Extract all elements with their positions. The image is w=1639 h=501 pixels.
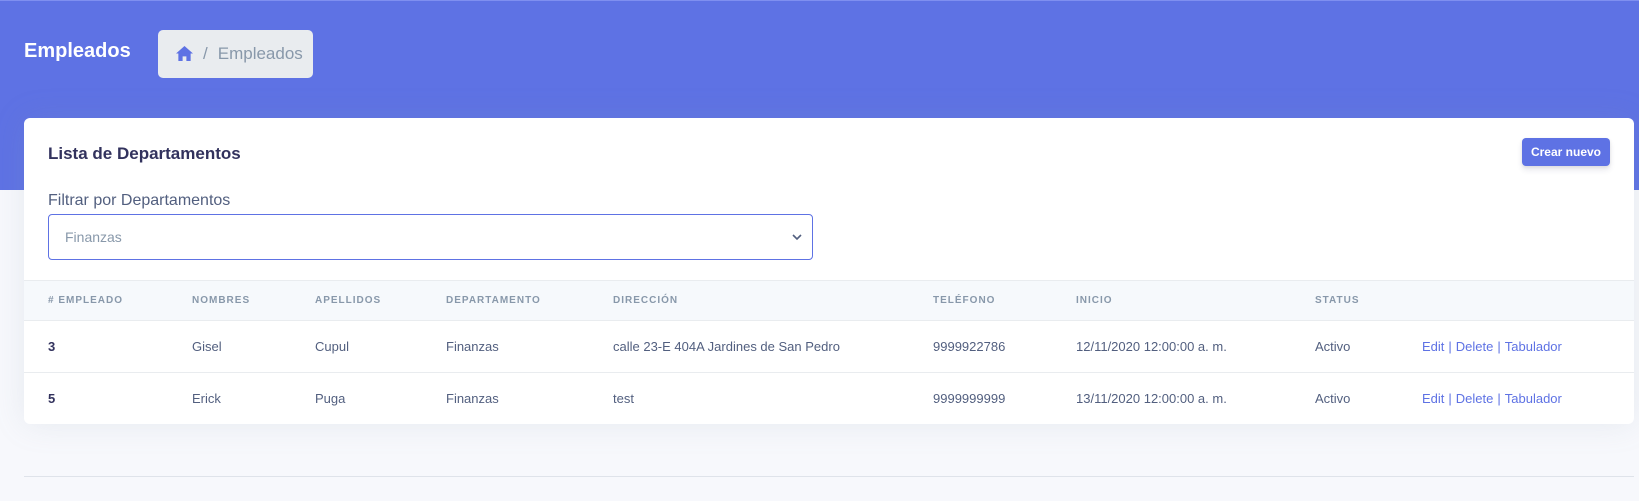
- edit-link[interactable]: Edit: [1422, 391, 1444, 406]
- home-icon[interactable]: [175, 45, 195, 63]
- cell-direccion: test: [613, 391, 634, 407]
- col-header-apellidos: Apellidos: [315, 295, 382, 306]
- cell-status: Activo: [1315, 339, 1351, 354]
- col-header-direccion: Dirección: [613, 295, 679, 306]
- department-filter-select[interactable]: Finanzas: [48, 214, 813, 260]
- cell-employee-id: 3: [48, 339, 56, 354]
- table-row: 5 Erick Puga Finanzas test 9999999999 13…: [24, 373, 1634, 425]
- chevron-down-icon: [790, 230, 804, 244]
- cell-nombres: Erick: [192, 391, 221, 407]
- col-header-nombres: Nombres: [192, 295, 251, 306]
- employees-card: Lista de Departamentos Crear nuevo Filtr…: [24, 118, 1634, 424]
- cell-inicio: 13/11/2020 12:00:00 a. m.: [1076, 391, 1227, 407]
- delete-link[interactable]: Delete: [1456, 391, 1494, 406]
- cell-actions: Edit | Delete | Tabulador: [1422, 321, 1634, 373]
- table-header-row: # Empleado Nombres Apellidos Departament…: [24, 280, 1634, 321]
- breadcrumb-current: Empleados: [217, 44, 303, 63]
- cell-actions: Edit | Delete | Tabulador: [1422, 373, 1634, 425]
- delete-link[interactable]: Delete: [1456, 339, 1494, 354]
- col-header-departamento: Departamento: [446, 295, 541, 306]
- cell-apellidos: Puga: [315, 391, 346, 407]
- cell-nombres: Gisel: [192, 339, 222, 354]
- filter-label: Filtrar por Departamentos: [48, 192, 231, 209]
- selected-department: Finanzas: [65, 229, 122, 245]
- breadcrumb: / Empleados: [158, 30, 313, 78]
- edit-link[interactable]: Edit: [1422, 339, 1444, 354]
- cell-inicio: 12/11/2020 12:00:00 a. m.: [1076, 339, 1227, 354]
- breadcrumb-separator: /: [203, 44, 208, 63]
- action-separator: |: [1497, 391, 1501, 407]
- cell-apellidos: Cupul: [315, 339, 349, 354]
- col-header-status: Status: [1315, 295, 1360, 306]
- tabulador-link[interactable]: Tabulador: [1505, 339, 1562, 354]
- cell-employee-id: 5: [48, 391, 56, 407]
- page-title: Empleados: [24, 40, 131, 62]
- col-header-employee-id: # Empleado: [48, 295, 124, 306]
- cell-status: Activo: [1315, 391, 1351, 407]
- col-header-telefono: Teléfono: [933, 295, 996, 306]
- action-separator: |: [1497, 339, 1501, 354]
- col-header-actions: [1422, 281, 1634, 321]
- employees-table: # Empleado Nombres Apellidos Departament…: [24, 280, 1634, 425]
- create-new-button[interactable]: Crear nuevo: [1521, 138, 1610, 166]
- table-row: 3 Gisel Cupul Finanzas calle 23-E 404A J…: [24, 321, 1634, 373]
- cell-telefono: 9999922786: [933, 339, 1006, 354]
- tabulador-link[interactable]: Tabulador: [1505, 391, 1562, 406]
- cell-departamento: Finanzas: [446, 391, 499, 407]
- cell-direccion: calle 23-E 404A Jardines de San Pedro: [613, 339, 840, 354]
- cell-telefono: 9999999999: [933, 391, 1006, 407]
- footer-divider: [24, 476, 1634, 477]
- cell-departamento: Finanzas: [446, 339, 499, 354]
- action-separator: |: [1448, 339, 1452, 354]
- col-header-inicio: Inicio: [1076, 295, 1113, 306]
- card-title: Lista de Departamentos: [48, 144, 241, 163]
- action-separator: |: [1448, 391, 1452, 407]
